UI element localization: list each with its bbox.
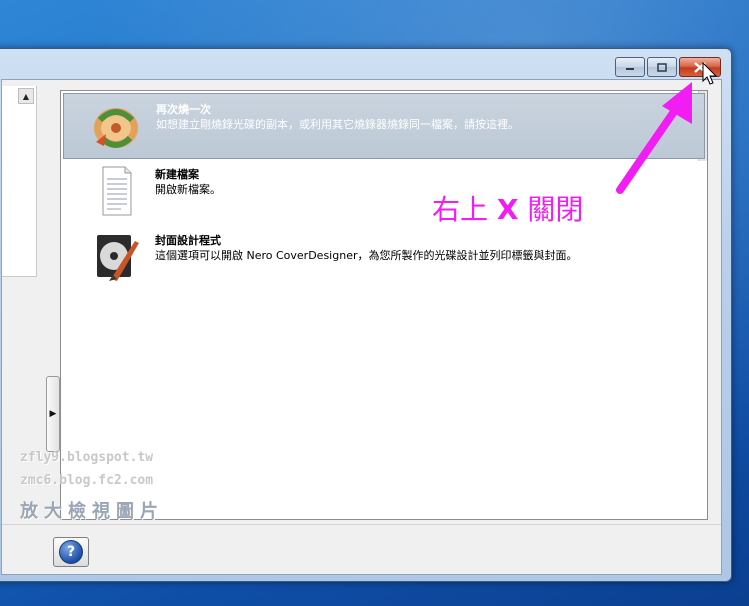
item-description: 這個選項可以開啟 Nero CoverDesigner，為您所製作的光碟設計並列… <box>155 249 578 262</box>
item-description: 開啟新檔案。 <box>155 183 221 196</box>
help-icon: ? <box>59 540 83 564</box>
list-item-cover-designer[interactable]: 封面設計程式 這個選項可以開啟 Nero CoverDesigner，為您所製作… <box>63 225 703 289</box>
annotation-prefix: 右上 <box>432 193 497 226</box>
left-pane-scroll-up-button[interactable]: ▲ <box>18 88 34 104</box>
bottom-toolbar: ? <box>2 524 721 575</box>
watermark-line-1: zfly9.blogspot.tw <box>20 450 154 465</box>
item-title: 封面設計程式 <box>155 234 221 247</box>
left-pane: ▲ <box>2 86 37 277</box>
cover-designer-icon <box>97 235 139 281</box>
reburn-icon <box>94 108 138 148</box>
item-title: 新建檔案 <box>155 168 199 181</box>
annotation-x: X <box>496 193 519 226</box>
mouse-cursor-icon <box>702 62 718 85</box>
expand-pane-handle[interactable]: ▶ <box>46 376 60 452</box>
item-description: 如想建立剛燒錄光碟的副本，或利用其它燒錄器燒錄同一檔案，請按這裡。 <box>156 118 519 131</box>
annotation-label: 右上 X 關閉 <box>432 188 583 228</box>
watermark-line-3: 放大檢視圖片 <box>20 501 164 522</box>
help-button[interactable]: ? <box>53 537 89 567</box>
item-title: 再次燒一次 <box>156 103 211 116</box>
watermark-line-2: zmc6.blog.fc2.com <box>20 473 154 488</box>
new-document-icon <box>102 166 132 216</box>
chevron-right-icon: ▶ <box>49 409 57 419</box>
annotation-suffix: 關閉 <box>518 193 584 226</box>
annotation-arrow <box>616 82 692 194</box>
